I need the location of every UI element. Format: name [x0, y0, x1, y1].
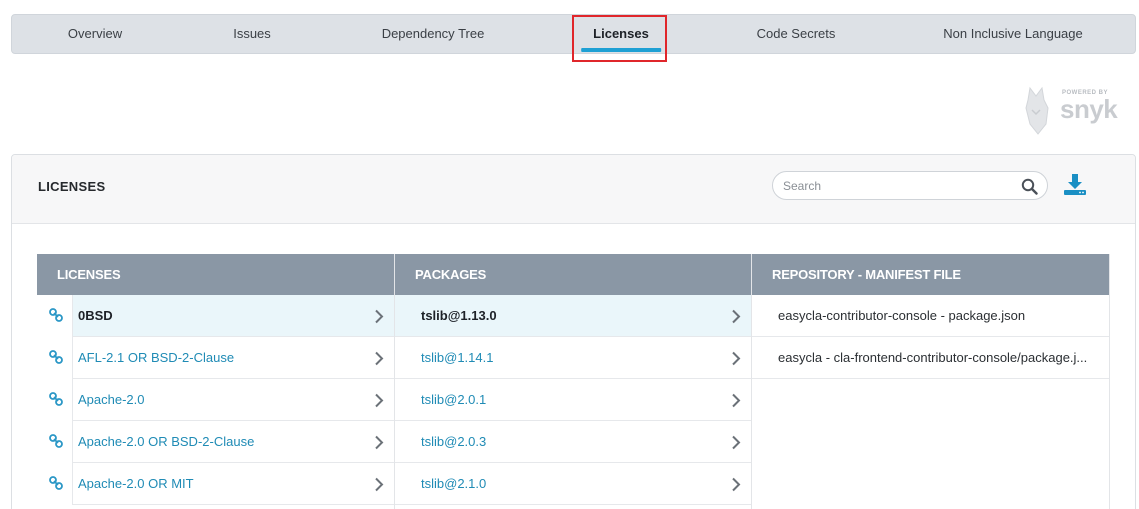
repository-column-header: REPOSITORY - MANIFEST FILE — [752, 254, 1109, 295]
chevron-right-icon — [732, 477, 741, 492]
license-name: Apache-2.0 OR BSD-2-Clause — [78, 434, 255, 449]
package-name: tslib@2.0.1 — [421, 392, 487, 407]
chevron-right-icon — [732, 351, 741, 366]
package-row[interactable]: tslib@1.13.0 — [395, 295, 751, 337]
chevron-right-icon — [375, 393, 384, 408]
package-row[interactable]: tslib@2.0.3 — [395, 421, 751, 463]
package-name: tslib@1.14.1 — [421, 350, 494, 365]
link-icon[interactable] — [49, 392, 63, 406]
active-tab-highlight-box — [572, 15, 667, 62]
chevron-right-icon — [375, 351, 384, 366]
tab-code-secrets[interactable]: Code Secrets — [757, 15, 836, 53]
packages-column-header: PACKAGES — [395, 254, 751, 295]
chevron-right-icon — [732, 435, 741, 450]
tab-overview[interactable]: Overview — [68, 15, 122, 53]
repository-row[interactable]: easycla - cla-frontend-contributor-conso… — [752, 337, 1109, 379]
search-input[interactable] — [783, 177, 1013, 195]
link-icon[interactable] — [49, 434, 63, 448]
license-row[interactable]: Apache-2.0 — [37, 379, 394, 421]
chevron-right-icon — [375, 309, 384, 324]
license-name: Apache-2.0 OR MIT — [78, 476, 194, 491]
package-name: tslib@1.13.0 — [421, 308, 497, 323]
snyk-brand: snyk — [1060, 94, 1118, 124]
chevron-right-icon — [732, 309, 741, 324]
repository-column: REPOSITORY - MANIFEST FILE easycla-contr… — [752, 254, 1110, 509]
license-row[interactable]: Apache-2.0 OR BSD-2-Clause — [37, 421, 394, 463]
license-name: AFL-2.1 OR BSD-2-Clause — [78, 350, 235, 365]
license-row[interactable]: AFL-2.1 OR BSD-2-Clause — [37, 337, 394, 379]
search-icon[interactable] — [1021, 178, 1038, 195]
panel-title: LICENSES — [38, 179, 106, 194]
licenses-column-header: LICENSES — [37, 254, 394, 295]
license-name: Apache-2.0 — [78, 392, 145, 407]
licenses-column: LICENSES 0BSD AFL-2.1 OR BSD-2-Clause Ap… — [37, 254, 395, 509]
panel-header: LICENSES — [12, 155, 1135, 224]
license-row[interactable]: Apache-2.0 OR MIT — [37, 463, 394, 505]
link-icon[interactable] — [49, 476, 63, 490]
chevron-right-icon — [375, 477, 384, 492]
packages-column: PACKAGES tslib@1.13.0 tslib@1.14.1 tslib… — [395, 254, 752, 509]
tab-non-inclusive-language[interactable]: Non Inclusive Language — [943, 15, 1083, 53]
licenses-panel: LICENSES LICENSES 0BSD AFL-2.1 OR BSD — [11, 154, 1136, 509]
package-row[interactable]: tslib@2.0.1 — [395, 379, 751, 421]
link-icon[interactable] — [49, 308, 63, 322]
package-row[interactable]: tslib@2.1.0 — [395, 463, 751, 505]
tab-dependency-tree[interactable]: Dependency Tree — [382, 15, 485, 53]
package-name: tslib@2.0.3 — [421, 434, 487, 449]
license-row[interactable]: 0BSD — [37, 295, 394, 337]
search-box — [772, 171, 1048, 200]
download-icon[interactable] — [1063, 172, 1087, 196]
tab-issues[interactable]: Issues — [233, 15, 271, 53]
repository-row[interactable]: easycla-contributor-console - package.js… — [752, 295, 1109, 337]
chevron-right-icon — [375, 435, 384, 450]
chevron-right-icon — [732, 393, 741, 408]
package-row[interactable]: tslib@1.14.1 — [395, 337, 751, 379]
license-name: 0BSD — [78, 308, 113, 323]
package-name: tslib@2.1.0 — [421, 476, 487, 491]
link-icon[interactable] — [49, 350, 63, 364]
